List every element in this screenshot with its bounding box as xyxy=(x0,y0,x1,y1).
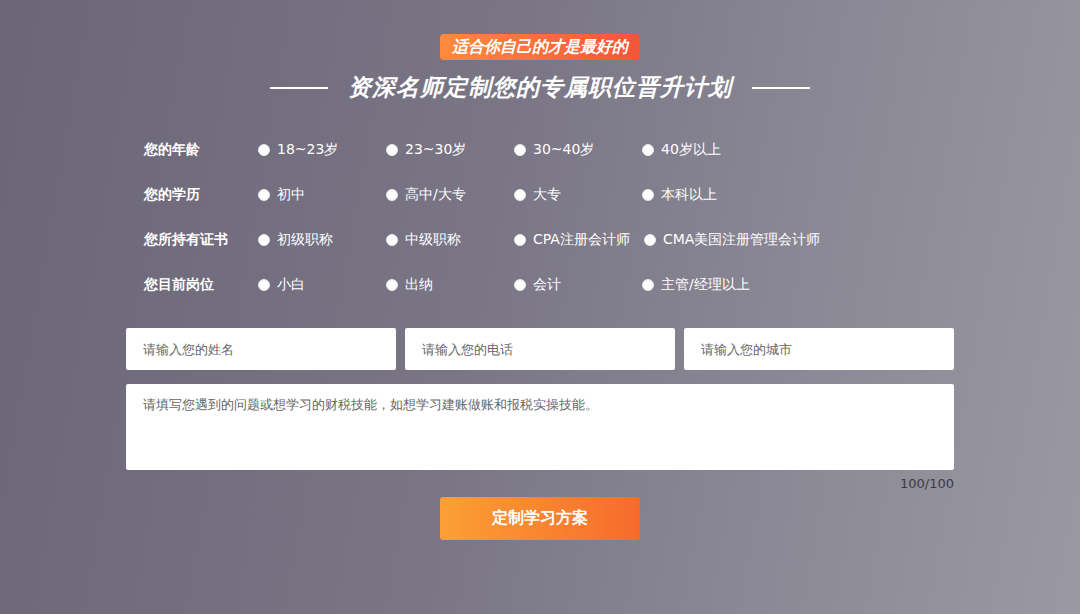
option-label[interactable]: 主管/经理以上 xyxy=(661,276,750,294)
radio-button[interactable] xyxy=(386,144,398,156)
radio-button[interactable] xyxy=(642,279,654,291)
plan-form-page: 适合你自己的才是最好的资深名师定制您的专属职位晋升计划您的年龄 18~23岁 23~… xyxy=(0,0,1080,614)
city-input[interactable] xyxy=(684,328,954,370)
option-label[interactable]: 30~40岁 xyxy=(533,141,594,159)
question-textarea[interactable] xyxy=(126,384,954,470)
radio-button[interactable] xyxy=(642,189,654,201)
option-label[interactable]: 中级职称 xyxy=(405,231,461,249)
option-label[interactable]: 初中 xyxy=(277,186,305,204)
option-label[interactable]: CPA注册会计师 xyxy=(533,231,630,249)
radio-option[interactable]: 23~30岁 xyxy=(386,141,514,159)
question-row: 您的年龄 18~23岁 23~30岁 30~40岁 40岁以上 xyxy=(144,139,954,161)
option-group: 小白 出纳 会计 主管/经理以上 xyxy=(258,276,770,294)
radio-option[interactable]: 出纳 xyxy=(386,276,514,294)
radio-option[interactable]: 初中 xyxy=(258,186,386,204)
heading-line xyxy=(270,87,328,89)
option-label[interactable]: 40岁以上 xyxy=(661,141,721,159)
radio-button[interactable] xyxy=(258,279,270,291)
question-label: 您的年龄 xyxy=(144,141,258,159)
phone-input[interactable] xyxy=(405,328,675,370)
option-group: 初中 高中/大专 大专 本科以上 xyxy=(258,186,770,204)
heading: 资深名师定制您的专属职位晋升计划 xyxy=(348,72,732,103)
radio-button[interactable] xyxy=(514,144,526,156)
submit-button[interactable]: 定制学习方案 xyxy=(440,497,640,540)
radio-option[interactable]: CPA注册会计师 xyxy=(514,231,644,249)
option-label[interactable]: 18~23岁 xyxy=(277,141,338,159)
radio-button[interactable] xyxy=(386,189,398,201)
radio-button[interactable] xyxy=(514,279,526,291)
option-group: 初级职称 中级职称 CPA注册会计师 CMA美国注册管理会计师 xyxy=(258,231,834,249)
radio-button[interactable] xyxy=(514,234,526,246)
radio-button[interactable] xyxy=(258,189,270,201)
radio-button[interactable] xyxy=(386,279,398,291)
question-row: 您目前岗位 小白 出纳 会计 主管/经理以上 xyxy=(144,274,954,296)
radio-option[interactable]: 30~40岁 xyxy=(514,141,642,159)
question-row: 您所持有证书 初级职称 中级职称 CPA注册会计师 CMA美国注册管理会计师 xyxy=(144,229,954,251)
radio-button[interactable] xyxy=(386,234,398,246)
question-list: 您的年龄 18~23岁 23~30岁 30~40岁 40岁以上您的学历 初中 高中/大专 大专… xyxy=(126,139,954,296)
radio-option[interactable]: 40岁以上 xyxy=(642,141,770,159)
radio-option[interactable]: 主管/经理以上 xyxy=(642,276,770,294)
radio-option[interactable]: CMA美国注册管理会计师 xyxy=(644,231,834,249)
option-label[interactable]: 高中/大专 xyxy=(405,186,466,204)
option-label[interactable]: 23~30岁 xyxy=(405,141,466,159)
radio-button[interactable] xyxy=(514,189,526,201)
input-row xyxy=(126,328,954,370)
slogan-badge: 适合你自己的才是最好的 xyxy=(440,34,640,60)
option-label[interactable]: 会计 xyxy=(533,276,561,294)
option-label[interactable]: 初级职称 xyxy=(277,231,333,249)
question-row: 您的学历 初中 高中/大专 大专 本科以上 xyxy=(144,184,954,206)
option-label[interactable]: CMA美国注册管理会计师 xyxy=(663,231,820,249)
radio-button[interactable] xyxy=(642,144,654,156)
radio-button[interactable] xyxy=(644,234,656,246)
radio-option[interactable]: 小白 xyxy=(258,276,386,294)
radio-option[interactable]: 本科以上 xyxy=(642,186,770,204)
heading-row: 资深名师定制您的专属职位晋升计划 xyxy=(270,72,810,103)
radio-button[interactable] xyxy=(258,234,270,246)
option-label[interactable]: 本科以上 xyxy=(661,186,717,204)
radio-option[interactable]: 大专 xyxy=(514,186,642,204)
radio-option[interactable]: 会计 xyxy=(514,276,642,294)
heading-line xyxy=(752,87,810,89)
radio-option[interactable]: 高中/大专 xyxy=(386,186,514,204)
name-input[interactable] xyxy=(126,328,396,370)
radio-option[interactable]: 初级职称 xyxy=(258,231,386,249)
radio-button[interactable] xyxy=(258,144,270,156)
char-counter: 100/100 xyxy=(126,476,954,491)
radio-option[interactable]: 18~23岁 xyxy=(258,141,386,159)
option-label[interactable]: 小白 xyxy=(277,276,305,294)
question-label: 您目前岗位 xyxy=(144,276,258,294)
option-label[interactable]: 大专 xyxy=(533,186,561,204)
question-label: 您所持有证书 xyxy=(144,231,258,249)
option-label[interactable]: 出纳 xyxy=(405,276,433,294)
radio-option[interactable]: 中级职称 xyxy=(386,231,514,249)
option-group: 18~23岁 23~30岁 30~40岁 40岁以上 xyxy=(258,141,770,159)
question-label: 您的学历 xyxy=(144,186,258,204)
